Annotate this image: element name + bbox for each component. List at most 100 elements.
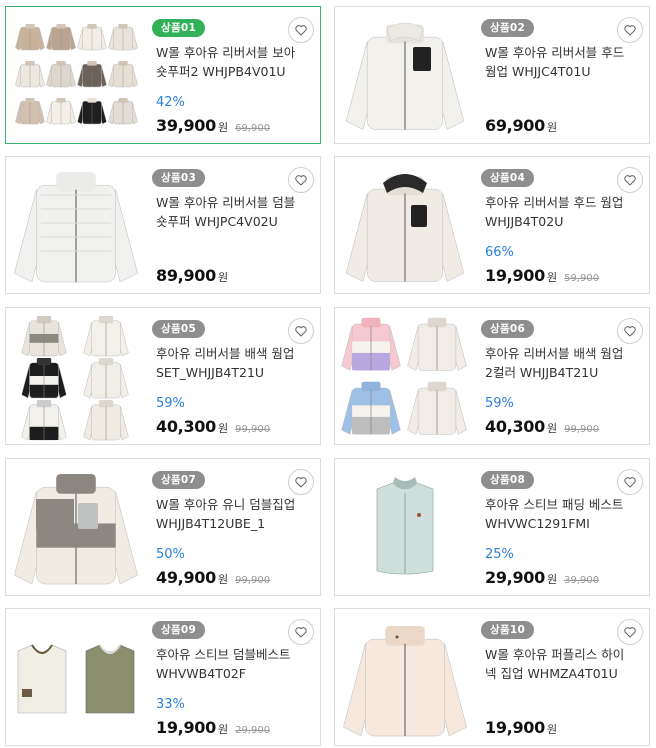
currency-unit: 원 <box>217 422 229 435</box>
product-image[interactable] <box>6 609 146 745</box>
wishlist-heart-icon[interactable] <box>288 469 314 495</box>
product-title[interactable]: W몰 후아유 리버서블 후드 웜업 WHJJC4T01U <box>485 43 635 81</box>
product-rank-badge: 상품05 <box>152 320 206 338</box>
product-image[interactable] <box>6 308 146 444</box>
product-photo <box>21 316 129 441</box>
product-title[interactable]: 후아유 스티브 덤블베스트 WHVWB4T02F <box>156 645 306 683</box>
product-image[interactable] <box>335 157 475 293</box>
product-card[interactable]: 상품02 W몰 후아유 리버서블 후드 웜업 WHJJC4T01U 69,900… <box>334 6 650 144</box>
price-row: 49,900 원 99,900 <box>156 568 270 587</box>
currency-unit: 원 <box>546 422 558 435</box>
currency-unit: 원 <box>217 573 229 586</box>
product-card[interactable]: 상품09 후아유 스티브 덤블베스트 WHVWB4T02F 33% 19,900… <box>5 608 321 746</box>
product-card[interactable]: 상품03 W몰 후아유 리버서블 덤블 숏푸퍼 WHJPC4V02U 89,90… <box>5 156 321 294</box>
product-rank-badge: 상품04 <box>481 169 535 187</box>
sale-price: 19,900 <box>156 718 216 737</box>
price-row: 19,900 원 59,900 <box>485 266 599 285</box>
price-row: 19,900 원 <box>485 718 557 737</box>
product-card[interactable]: 상품10 W몰 후아유 퍼플리스 하이넥 집업 WHMZA4T01U 19,90… <box>334 608 650 746</box>
original-price: 99,900 <box>235 424 271 435</box>
product-photo <box>343 626 467 737</box>
product-image[interactable] <box>6 7 146 143</box>
wishlist-heart-icon[interactable] <box>617 469 643 495</box>
product-photo <box>341 317 467 435</box>
product-rank-badge: 상품07 <box>152 471 206 489</box>
sale-price: 69,900 <box>485 116 545 135</box>
wishlist-heart-icon[interactable] <box>617 619 643 645</box>
sale-price: 39,900 <box>156 116 216 135</box>
sale-price: 40,300 <box>156 417 216 436</box>
product-rank-badge: 상품06 <box>481 320 535 338</box>
product-rank-badge: 상품09 <box>152 621 206 639</box>
product-image[interactable] <box>335 7 475 143</box>
original-price: 99,900 <box>235 575 271 586</box>
product-title[interactable]: 후아유 리버서블 후드 웜업 WHJJB4T02U <box>485 193 635 231</box>
product-image[interactable] <box>335 609 475 745</box>
product-photo <box>14 474 138 585</box>
original-price: 99,900 <box>564 424 600 435</box>
product-card[interactable]: 상품01 W몰 후아유 리버서블 보아 숏푸퍼2 WHJPB4V01U 42% … <box>5 6 321 144</box>
currency-unit: 원 <box>217 121 229 134</box>
product-rank-badge: 상품10 <box>481 621 535 639</box>
currency-unit: 원 <box>546 271 558 284</box>
price-row: 40,300 원 99,900 <box>485 417 599 436</box>
wishlist-heart-icon[interactable] <box>617 318 643 344</box>
currency-unit: 원 <box>217 723 229 736</box>
product-title[interactable]: 후아유 리버서블 배색 웜업 SET_WHJJB4T21U <box>156 344 306 382</box>
wishlist-heart-icon[interactable] <box>288 318 314 344</box>
currency-unit: 원 <box>546 723 558 736</box>
product-rank-badge: 상품02 <box>481 19 535 37</box>
wishlist-heart-icon[interactable] <box>288 619 314 645</box>
wishlist-heart-icon[interactable] <box>288 167 314 193</box>
price-row: 29,900 원 39,900 <box>485 568 599 587</box>
product-card[interactable]: 상품08 후아유 스티브 패딩 베스트 WHVWC1291FMI 25% 29,… <box>334 458 650 596</box>
sale-price: 40,300 <box>485 417 545 436</box>
product-card[interactable]: 상품04 후아유 리버서블 후드 웜업 WHJJB4T02U 66% 19,90… <box>334 156 650 294</box>
currency-unit: 원 <box>546 121 558 134</box>
price-row: 89,900 원 <box>156 266 228 285</box>
product-card[interactable]: 상품06 후아유 리버서블 배색 웜업 2컬러 WHJJB4T21U 59% 4… <box>334 307 650 445</box>
product-photo <box>15 24 138 125</box>
product-title[interactable]: W몰 후아유 리버서블 보아 숏푸퍼2 WHJPB4V01U <box>156 43 306 81</box>
product-image[interactable] <box>335 308 475 444</box>
discount-rate: 33% <box>156 697 185 712</box>
product-photo <box>376 477 434 575</box>
product-photo <box>345 22 465 130</box>
product-photo <box>14 172 138 283</box>
price-row: 19,900 원 29,900 <box>156 718 270 737</box>
wishlist-heart-icon[interactable] <box>288 17 314 43</box>
sale-price: 29,900 <box>485 568 545 587</box>
sale-price: 89,900 <box>156 266 216 285</box>
product-photo <box>17 644 135 714</box>
wishlist-heart-icon[interactable] <box>617 17 643 43</box>
original-price: 69,900 <box>235 123 271 134</box>
product-image[interactable] <box>6 459 146 595</box>
currency-unit: 원 <box>217 271 229 284</box>
discount-rate: 50% <box>156 547 185 562</box>
sale-price: 19,900 <box>485 266 545 285</box>
product-title[interactable]: W몰 후아유 퍼플리스 하이넥 집업 WHMZA4T01U <box>485 645 635 683</box>
discount-rate: 25% <box>485 547 514 562</box>
discount-rate: 66% <box>485 245 514 260</box>
product-title[interactable]: W몰 후아유 리버서블 덤블 숏푸퍼 WHJPC4V02U <box>156 193 306 231</box>
sale-price: 49,900 <box>156 568 216 587</box>
product-card[interactable]: 상품05 후아유 리버서블 배색 웜업 SET_WHJJB4T21U 59% 4… <box>5 307 321 445</box>
original-price: 39,900 <box>564 575 600 586</box>
product-title[interactable]: 후아유 스티브 패딩 베스트 WHVWC1291FMI <box>485 495 635 533</box>
product-rank-badge: 상품08 <box>481 471 535 489</box>
product-title[interactable]: W몰 후아유 유니 덤블집업 WHJJB4T12UBE_1 <box>156 495 306 533</box>
price-row: 40,300 원 99,900 <box>156 417 270 436</box>
currency-unit: 원 <box>546 573 558 586</box>
price-row: 39,900 원 69,900 <box>156 116 270 135</box>
discount-rate: 42% <box>156 95 185 110</box>
product-card[interactable]: 상품07 W몰 후아유 유니 덤블집업 WHJJB4T12UBE_1 50% 4… <box>5 458 321 596</box>
product-image[interactable] <box>6 157 146 293</box>
original-price: 29,900 <box>235 725 271 736</box>
product-title[interactable]: 후아유 리버서블 배색 웜업 2컬러 WHJJB4T21U <box>485 344 635 382</box>
product-rank-badge: 상품01 <box>152 19 206 37</box>
wishlist-heart-icon[interactable] <box>617 167 643 193</box>
product-image[interactable] <box>335 459 475 595</box>
price-row: 69,900 원 <box>485 116 557 135</box>
sale-price: 19,900 <box>485 718 545 737</box>
original-price: 59,900 <box>564 273 600 284</box>
